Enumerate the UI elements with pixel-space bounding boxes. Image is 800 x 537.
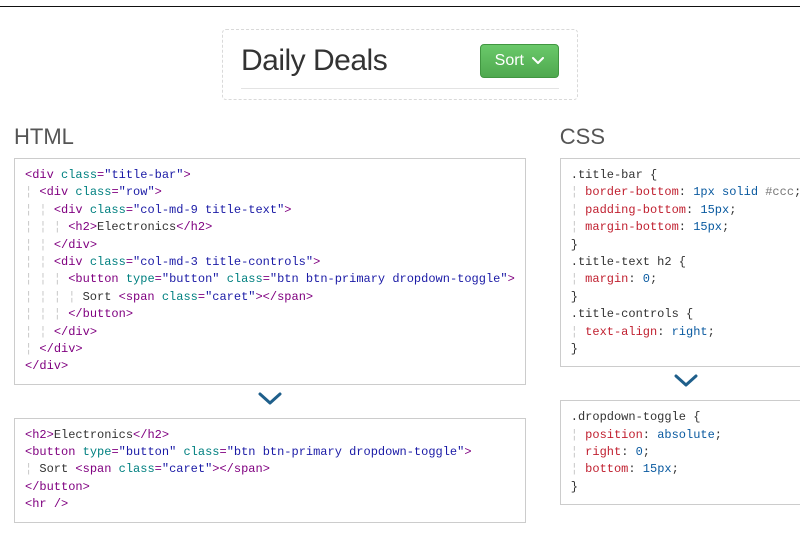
css-heading: CSS xyxy=(560,124,800,150)
css-column: CSS .title-bar { ¦ border-bottom: 1px so… xyxy=(560,118,800,523)
css-before-codebox: .title-bar { ¦ border-bottom: 1px solid … xyxy=(560,158,800,367)
preview-card: Daily Deals Sort xyxy=(222,29,578,100)
html-column: HTML <div class="title-bar"> ¦ <div clas… xyxy=(14,118,526,523)
page-title: Daily Deals xyxy=(241,44,387,78)
sort-button-label: Sort xyxy=(495,52,524,70)
columns: HTML <div class="title-bar"> ¦ <div clas… xyxy=(0,118,800,537)
chevron-down-icon xyxy=(532,57,544,65)
chevron-down-icon xyxy=(560,367,800,400)
sort-button[interactable]: Sort xyxy=(480,44,559,78)
title-bar: Daily Deals Sort xyxy=(241,44,559,89)
css-after-codebox: .dropdown-toggle { ¦ position: absolute;… xyxy=(560,400,800,505)
top-rule xyxy=(0,0,800,7)
html-heading: HTML xyxy=(14,124,526,150)
html-after-codebox: <h2>Electronics</h2> <button type="butto… xyxy=(14,418,526,523)
chevron-down-icon xyxy=(14,385,526,418)
hero-container: Daily Deals Sort xyxy=(0,7,800,118)
html-before-codebox: <div class="title-bar"> ¦ <div class="ro… xyxy=(14,158,526,385)
